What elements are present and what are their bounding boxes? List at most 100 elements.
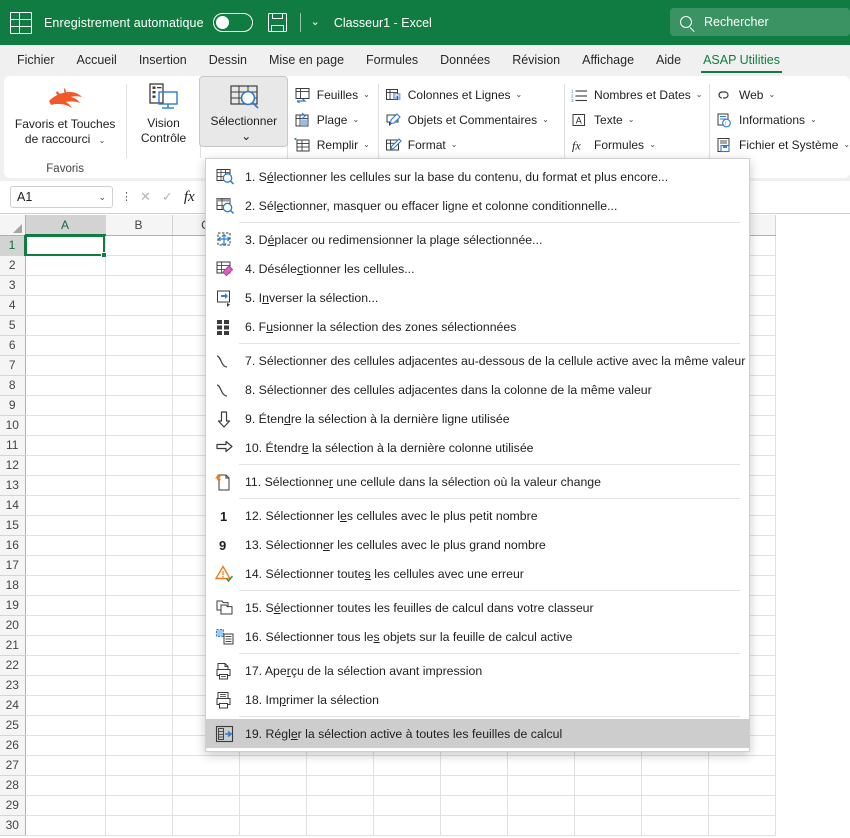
cell-E28[interactable] [306, 775, 374, 796]
menu-item-1[interactable]: 1. Sélectionner les cellules sur la base… [206, 162, 749, 191]
menu-item-18[interactable]: 18. Imprimer la sélection [206, 685, 749, 714]
texte-button[interactable]: A Texte ⌄ [565, 107, 709, 132]
cell-J29[interactable] [641, 795, 709, 816]
cell-A24[interactable] [25, 695, 106, 716]
save-icon[interactable] [267, 12, 288, 33]
menu-item-11[interactable]: 11. Sélectionner une cellule dans la sél… [206, 467, 749, 496]
tab-affichage[interactable]: Affichage [571, 47, 645, 74]
cell-B14[interactable] [105, 495, 173, 516]
menu-item-14[interactable]: 14. Sélectionner toutes les cellules ave… [206, 559, 749, 588]
tab-donnees[interactable]: Données [429, 47, 501, 74]
cell-H30[interactable] [507, 815, 575, 836]
row-header-13[interactable]: 13 [0, 475, 26, 496]
formules-button[interactable]: fx Formules ⌄ [565, 132, 709, 157]
cell-A10[interactable] [25, 415, 106, 436]
cell-I28[interactable] [574, 775, 642, 796]
cell-A4[interactable] [25, 295, 106, 316]
cell-A20[interactable] [25, 615, 106, 636]
cell-A3[interactable] [25, 275, 106, 296]
cell-A6[interactable] [25, 335, 106, 356]
cell-J28[interactable] [641, 775, 709, 796]
cell-H27[interactable] [507, 755, 575, 776]
cell-D28[interactable] [239, 775, 307, 796]
cell-A7[interactable] [25, 355, 106, 376]
menu-item-6[interactable]: 6. Fusionner la sélection des zones séle… [206, 312, 749, 341]
cell-A30[interactable] [25, 815, 106, 836]
menu-item-9[interactable]: 9. Étendre la sélection à la dernière li… [206, 404, 749, 433]
menu-item-16[interactable]: 16. Sélectionner tous les objets sur la … [206, 622, 749, 651]
menu-item-13[interactable]: 9 13. Sélectionner les cellules avec le p… [206, 530, 749, 559]
cell-A16[interactable] [25, 535, 106, 556]
cell-J27[interactable] [641, 755, 709, 776]
cell-A11[interactable] [25, 435, 106, 456]
row-header-24[interactable]: 24 [0, 695, 26, 716]
cell-A17[interactable] [25, 555, 106, 576]
row-header-18[interactable]: 18 [0, 575, 26, 596]
autosave-toggle[interactable] [212, 13, 253, 32]
cell-A25[interactable] [25, 715, 106, 736]
cell-D27[interactable] [239, 755, 307, 776]
select-all-corner[interactable] [0, 215, 26, 236]
cell-D30[interactable] [239, 815, 307, 836]
cell-K27[interactable] [708, 755, 776, 776]
cell-C29[interactable] [172, 795, 240, 816]
favoris-raccourci-button[interactable]: Favoris et Touches de raccourci ⌄ [7, 76, 124, 148]
plage-button[interactable]: Plage ⌄ [288, 107, 378, 132]
cell-B22[interactable] [105, 655, 173, 676]
cell-K30[interactable] [708, 815, 776, 836]
web-button[interactable]: Web ⌄ [710, 82, 850, 107]
menu-item-3[interactable]: 3. Déplacer ou redimensionner la plage s… [206, 225, 749, 254]
tab-asap-utilities[interactable]: ASAP Utilities [692, 47, 791, 74]
cell-B17[interactable] [105, 555, 173, 576]
row-header-19[interactable]: 19 [0, 595, 26, 616]
row-header-14[interactable]: 14 [0, 495, 26, 516]
row-header-12[interactable]: 12 [0, 455, 26, 476]
cell-A26[interactable] [25, 735, 106, 756]
menu-item-12[interactable]: 1 12. Sélectionner les cellules avec le p… [206, 501, 749, 530]
cell-E30[interactable] [306, 815, 374, 836]
row-header-20[interactable]: 20 [0, 615, 26, 636]
cell-B11[interactable] [105, 435, 173, 456]
cell-F29[interactable] [373, 795, 441, 816]
cell-B5[interactable] [105, 315, 173, 336]
menu-item-19[interactable]: 19. Régler la sélection active à toutes … [206, 719, 749, 748]
nombres-dates-button[interactable]: 1 2 3 Nombres et Dates ⌄ [565, 82, 709, 107]
check-icon[interactable]: ✓ [162, 189, 173, 205]
cell-D29[interactable] [239, 795, 307, 816]
row-header-29[interactable]: 29 [0, 795, 26, 816]
cell-A13[interactable] [25, 475, 106, 496]
cell-A12[interactable] [25, 455, 106, 476]
name-box[interactable]: A1 ⌄ [10, 186, 113, 208]
cell-H29[interactable] [507, 795, 575, 816]
row-header-23[interactable]: 23 [0, 675, 26, 696]
cell-B10[interactable] [105, 415, 173, 436]
objets-commentaires-button[interactable]: Objets et Commentaires ⌄ [379, 107, 564, 132]
fx-icon[interactable]: fx [184, 189, 195, 206]
row-header-3[interactable]: 3 [0, 275, 26, 296]
cell-B30[interactable] [105, 815, 173, 836]
cell-B24[interactable] [105, 695, 173, 716]
search-input[interactable]: Rechercher [670, 8, 850, 36]
selectionner-dropdown-menu[interactable]: 1. Sélectionner les cellules sur la base… [205, 158, 750, 752]
cell-B28[interactable] [105, 775, 173, 796]
tab-fichier[interactable]: Fichier [6, 47, 66, 74]
row-header-27[interactable]: 27 [0, 755, 26, 776]
cell-C27[interactable] [172, 755, 240, 776]
vision-controle-button[interactable]: Vision Contrôle [133, 76, 194, 146]
cell-B18[interactable] [105, 575, 173, 596]
informations-button[interactable]: i Informations ⌄ [710, 107, 850, 132]
cell-E29[interactable] [306, 795, 374, 816]
cell-K29[interactable] [708, 795, 776, 816]
cell-A18[interactable] [25, 575, 106, 596]
cell-F30[interactable] [373, 815, 441, 836]
cell-B3[interactable] [105, 275, 173, 296]
row-header-25[interactable]: 25 [0, 715, 26, 736]
cell-J30[interactable] [641, 815, 709, 836]
row-header-17[interactable]: 17 [0, 555, 26, 576]
cell-B7[interactable] [105, 355, 173, 376]
cell-F27[interactable] [373, 755, 441, 776]
cell-B26[interactable] [105, 735, 173, 756]
menu-item-17[interactable]: 17. Aperçu de la sélection avant impress… [206, 656, 749, 685]
cell-B4[interactable] [105, 295, 173, 316]
cell-A22[interactable] [25, 655, 106, 676]
